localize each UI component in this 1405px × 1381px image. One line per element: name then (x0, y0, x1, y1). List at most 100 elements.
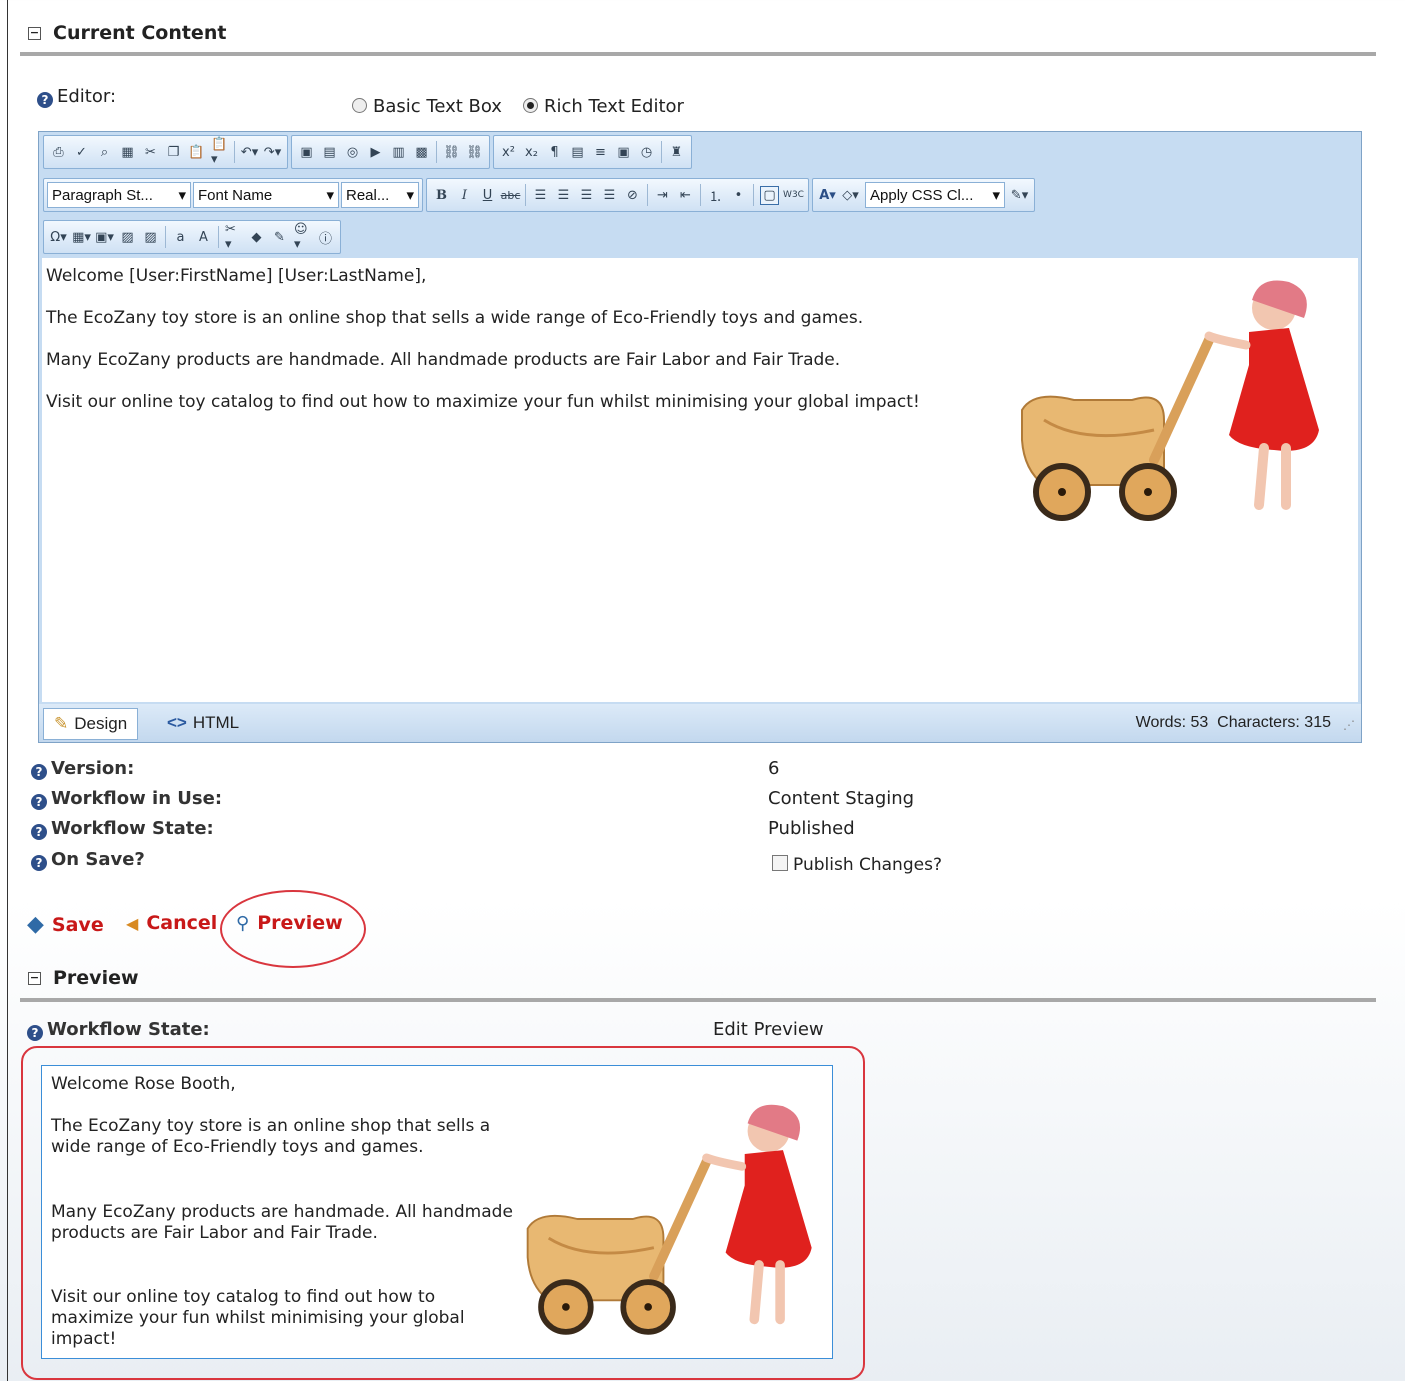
horizontal-rule-icon[interactable]: ≡ (592, 144, 609, 161)
section-title: Preview (53, 967, 139, 989)
preview-header[interactable]: − Preview (28, 967, 139, 989)
justify-icon[interactable]: ☰ (601, 187, 618, 204)
table-icon[interactable]: ▦▾ (72, 229, 91, 246)
radio-rich[interactable] (523, 98, 538, 113)
separator (700, 184, 701, 206)
link-icon[interactable]: ⛓ (443, 144, 460, 161)
form-element-icon[interactable]: ▣ (615, 144, 632, 161)
underline-icon[interactable]: U (479, 187, 496, 204)
collapse-icon[interactable]: − (28, 971, 41, 985)
unlink-icon[interactable]: ⛓ (466, 144, 483, 161)
w3c-validate-icon[interactable]: W3C (783, 187, 804, 204)
align-center-icon[interactable]: ☰ (555, 187, 572, 204)
undo-icon[interactable]: ↶▾ (241, 144, 258, 161)
paragraph-style-select[interactable]: Paragraph St... ▾ (47, 182, 191, 208)
resize-handle-icon[interactable]: ⋰ (1343, 718, 1355, 732)
align-left-icon[interactable]: ☰ (532, 187, 549, 204)
version-label: ? Version: (31, 758, 134, 780)
separator (234, 141, 235, 163)
help-icon[interactable]: ? (27, 1025, 43, 1041)
tab-html[interactable]: <> HTML (157, 708, 249, 738)
template-manager-icon[interactable]: ▥ (390, 144, 407, 161)
paste-options-icon[interactable]: 📋▾ (211, 137, 228, 167)
align-right-icon[interactable]: ☰ (578, 187, 595, 204)
preview-paragraph: Many EcoZany products are handmade. All … (51, 1202, 513, 1243)
version-value: 6 (768, 758, 780, 779)
outdent-icon[interactable]: ⇤ (677, 187, 694, 204)
snippet-icon[interactable]: ▣▾ (95, 229, 114, 246)
format-stripper-icon[interactable]: ♜ (668, 144, 685, 161)
font-color-icon[interactable]: A▾ (819, 187, 836, 204)
spellcheck-icon[interactable]: ✓ (73, 144, 90, 161)
redo-icon[interactable]: ↷▾ (264, 144, 281, 161)
convert-lower-icon[interactable]: a (172, 229, 189, 246)
bulleted-list-icon[interactable]: • (730, 187, 747, 204)
bold-icon[interactable]: B (433, 187, 450, 204)
word-count: Words: 53 Characters: 315 (1135, 714, 1331, 731)
superscript-icon[interactable]: x² (500, 144, 517, 161)
module-manager-icon[interactable]: ◆ (248, 229, 265, 246)
numbered-list-icon[interactable]: ⒈ (707, 187, 724, 205)
find-icon[interactable]: ⌕ (96, 144, 113, 161)
toolbar-group-insert: ▣ ▤ ◎ ▶ ▥ ▩ ⛓ ⛓ (291, 135, 490, 169)
editor-label: ? Editor: (37, 86, 116, 108)
symbol-icon[interactable]: Ω▾ (50, 229, 67, 246)
save-template-icon[interactable]: ▩ (413, 144, 430, 161)
font-name-select[interactable]: Font Name ▾ (193, 182, 339, 208)
editor-content-area[interactable]: Welcome [User:FirstName] [User:LastName]… (42, 258, 1358, 702)
cut-icon[interactable]: ✂ (142, 144, 159, 161)
radio-basic[interactable] (352, 98, 367, 113)
save-button[interactable]: ◆ Save (27, 912, 104, 937)
document-manager-icon[interactable]: ▤ (321, 144, 338, 161)
cancel-button[interactable]: ◀ Cancel (126, 912, 217, 934)
print-icon[interactable]: ⎙ (50, 144, 67, 161)
format-painter-icon[interactable]: ✎▾ (1011, 187, 1028, 204)
font-size-select[interactable]: Real... ▾ (341, 182, 419, 208)
flash-manager-icon[interactable]: ◎ (344, 144, 361, 161)
insert-block-icon[interactable]: ▤ (569, 144, 586, 161)
indent-icon[interactable]: ⇥ (654, 187, 671, 204)
about-icon[interactable]: ⓘ (317, 229, 334, 247)
tab-design[interactable]: ✎ Design (43, 708, 139, 740)
edit-icon[interactable]: ✎ (271, 229, 288, 246)
italic-icon[interactable]: I (456, 187, 473, 204)
copy-icon[interactable]: ❐ (165, 144, 182, 161)
image-properties-icon[interactable]: ▨ (142, 229, 159, 246)
preview-paragraph: Visit our online toy catalog to find out… (51, 1287, 465, 1349)
media-manager-icon[interactable]: ▶ (367, 144, 384, 161)
help-icon[interactable]: ? (31, 794, 47, 810)
section-divider (20, 998, 1376, 1002)
back-arrow-icon: ◀ (126, 913, 139, 933)
editor-option-rich[interactable]: Rich Text Editor (523, 96, 684, 117)
css-class-select[interactable]: Apply CSS Cl... ▾ (865, 182, 1005, 208)
toolbar-row-3: Ω▾ ▦▾ ▣▾ ▨ ▨ a A ✂▾ ◆ ✎ ☺▾ ⓘ (43, 220, 341, 254)
preview-highlight-ring (220, 890, 366, 968)
image-map-icon[interactable]: ▨ (119, 229, 136, 246)
help-icon[interactable]: ? (31, 764, 47, 780)
convert-upper-icon[interactable]: A (195, 229, 212, 246)
paste-icon[interactable]: 📋 (188, 144, 205, 161)
remove-alignment-icon[interactable]: ⊘ (624, 187, 641, 204)
insert-date-icon[interactable]: ◷ (638, 144, 655, 161)
section-title: Current Content (53, 22, 227, 44)
paragraph-icon[interactable]: ¶ (546, 144, 563, 161)
current-content-header[interactable]: − Current Content (28, 22, 226, 44)
help-icon[interactable]: ? (31, 855, 47, 871)
toggle-border-icon[interactable]: ▢ (760, 185, 779, 205)
preview-paragraph: The EcoZany toy store is an online shop … (51, 1116, 491, 1157)
strikethrough-icon[interactable]: abc (501, 187, 521, 204)
subscript-icon[interactable]: x₂ (523, 144, 540, 161)
help-icon[interactable]: ? (37, 92, 53, 108)
publish-changes-option[interactable]: Publish Changes? (772, 855, 942, 875)
tools-icon[interactable]: ✂▾ (225, 222, 242, 252)
editor-option-basic[interactable]: Basic Text Box (352, 96, 502, 117)
select-all-icon[interactable]: ▦ (119, 144, 136, 161)
background-color-icon[interactable]: ◇▾ (842, 187, 859, 204)
emoticon-icon[interactable]: ☺▾ (294, 222, 311, 252)
help-icon[interactable]: ? (31, 824, 47, 840)
publish-checkbox[interactable] (772, 855, 788, 871)
save-icon: ◆ (27, 912, 44, 937)
separator (436, 141, 437, 163)
image-manager-icon[interactable]: ▣ (298, 144, 315, 161)
collapse-icon[interactable]: − (28, 26, 41, 40)
